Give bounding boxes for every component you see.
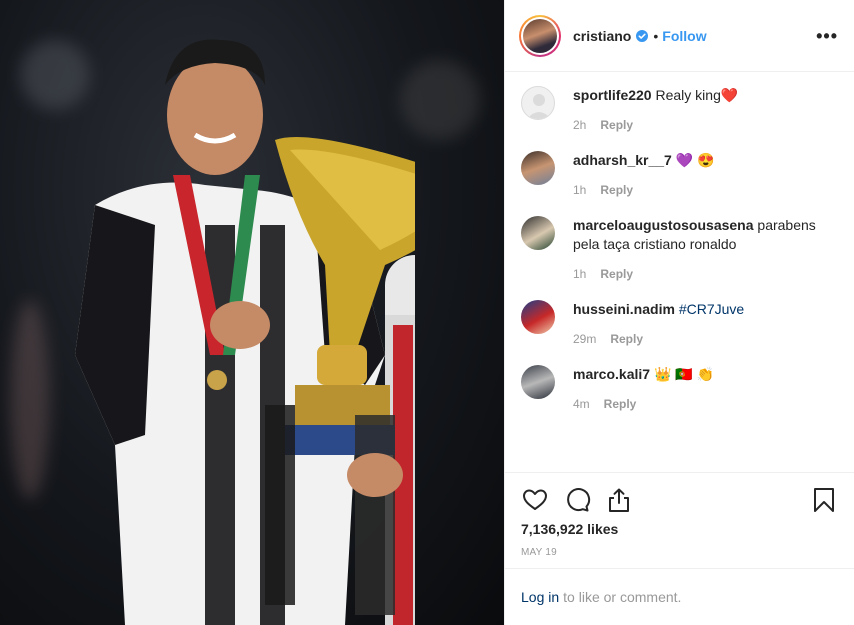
- comment-item: marco.kali7 👑 🇵🇹 👏 4m Reply: [521, 365, 838, 414]
- reply-button[interactable]: Reply: [610, 332, 643, 346]
- reply-button[interactable]: Reply: [600, 267, 633, 281]
- commenter-avatar[interactable]: [521, 216, 555, 250]
- comment-item: marceloaugustosousasena parabens pela ta…: [521, 216, 838, 284]
- share-icon[interactable]: [605, 486, 633, 514]
- comment-time: 4m: [573, 397, 590, 411]
- login-link[interactable]: Log in: [521, 589, 559, 605]
- login-suffix-text: to like or comment.: [563, 589, 682, 605]
- comment-text: 👑 🇵🇹 👏: [653, 366, 715, 382]
- commenter-username[interactable]: marco.kali7: [573, 366, 650, 382]
- post-photo[interactable]: [0, 0, 504, 625]
- more-options-icon[interactable]: •••: [816, 27, 838, 45]
- post-date: MAY 19: [521, 547, 557, 558]
- comment-time: 2h: [573, 118, 587, 132]
- reply-button[interactable]: Reply: [604, 397, 637, 411]
- commenter-avatar[interactable]: [521, 151, 555, 185]
- comment-text: 💜 😍: [675, 152, 715, 168]
- author-avatar[interactable]: [519, 14, 561, 57]
- commenter-avatar[interactable]: [521, 365, 555, 399]
- author-username[interactable]: cristiano: [573, 28, 631, 44]
- login-prompt: Log in to like or comment.: [505, 568, 854, 625]
- comments-list: sportlife220 Realy king❤️ 2h Reply adhars…: [505, 72, 854, 472]
- post-header: cristiano • Follow •••: [505, 0, 854, 72]
- follow-button[interactable]: Follow: [662, 28, 706, 44]
- player-with-trophy-image: [75, 39, 415, 625]
- likes-count[interactable]: 7,136,922 likes: [521, 521, 838, 537]
- post-side-panel: cristiano • Follow ••• sportlife220 Real…: [504, 0, 854, 625]
- commenter-avatar[interactable]: [521, 300, 555, 334]
- separator-dot: •: [653, 27, 659, 44]
- heart-icon[interactable]: [521, 486, 549, 514]
- comment-time: 1h: [573, 183, 587, 197]
- bookmark-icon[interactable]: [810, 486, 838, 514]
- reply-button[interactable]: Reply: [600, 183, 633, 197]
- comment-icon[interactable]: [563, 486, 591, 514]
- comment-item: husseini.nadim #CR7Juve 29m Reply: [521, 300, 838, 349]
- commenter-username[interactable]: sportlife220: [573, 87, 652, 103]
- commenter-username[interactable]: marceloaugustosousasena: [573, 217, 754, 233]
- post-actions: 7,136,922 likes MAY 19: [505, 472, 854, 568]
- commenter-username[interactable]: adharsh_kr__7: [573, 152, 672, 168]
- commenter-avatar[interactable]: [521, 86, 555, 120]
- verified-badge-icon: [636, 29, 649, 42]
- comment-text: Realy king❤️: [655, 87, 739, 103]
- comment-time: 1h: [573, 267, 587, 281]
- comment-item: adharsh_kr__7 💜 😍 1h Reply: [521, 151, 838, 200]
- instagram-post: cristiano • Follow ••• sportlife220 Real…: [0, 0, 854, 625]
- hashtag-link[interactable]: #CR7Juve: [679, 301, 744, 317]
- reply-button[interactable]: Reply: [600, 118, 633, 132]
- commenter-username[interactable]: husseini.nadim: [573, 301, 675, 317]
- comment-item: sportlife220 Realy king❤️ 2h Reply: [521, 86, 838, 135]
- comment-time: 29m: [573, 332, 597, 346]
